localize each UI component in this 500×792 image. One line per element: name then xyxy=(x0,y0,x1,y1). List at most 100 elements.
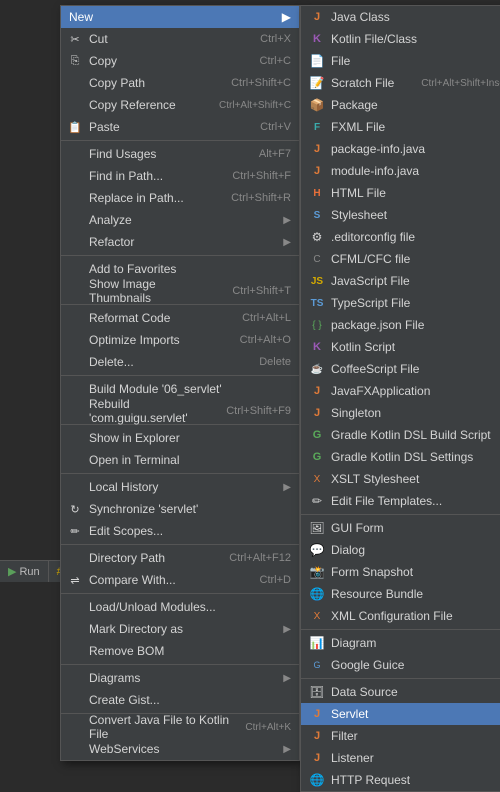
right-scratch-file[interactable]: 📝 Scratch File Ctrl+Alt+Shift+Insert xyxy=(301,72,500,94)
menu-edit-scopes[interactable]: ✏ Edit Scopes... xyxy=(61,520,299,542)
menu-delete[interactable]: Delete... Delete xyxy=(61,351,299,373)
right-package-info[interactable]: J package-info.java xyxy=(301,138,500,160)
reformat-icon xyxy=(67,310,83,326)
data-source-label: Data Source xyxy=(331,685,398,699)
right-listener[interactable]: J Listener xyxy=(301,747,500,769)
menu-rebuild-label: Rebuild 'com.guigu.servlet' xyxy=(89,397,210,425)
javafx-label: JavaFXApplication xyxy=(331,384,430,398)
rebuild-icon xyxy=(67,403,83,419)
right-servlet[interactable]: J Servlet xyxy=(301,703,500,725)
menu-compare[interactable]: ⇌ Compare With... Ctrl+D xyxy=(61,569,299,591)
menu-local-history[interactable]: Local History ▶ xyxy=(61,476,299,498)
right-form-snapshot[interactable]: 📸 Form Snapshot xyxy=(301,561,500,583)
menu-paste[interactable]: 📋 Paste Ctrl+V xyxy=(61,116,299,138)
run-status[interactable]: ▶ Run xyxy=(0,561,49,582)
menu-reformat[interactable]: Reformat Code Ctrl+Alt+L xyxy=(61,307,299,329)
right-html[interactable]: H HTML File xyxy=(301,182,500,204)
menu-remove-bom[interactable]: Remove BOM xyxy=(61,640,299,662)
menu-copy-label: Copy xyxy=(89,54,117,68)
right-data-source[interactable]: 🗄 Data Source xyxy=(301,681,500,703)
webservices-icon xyxy=(67,741,83,757)
right-kotlin-script[interactable]: K Kotlin Script xyxy=(301,336,500,358)
right-ts[interactable]: TS TypeScript File xyxy=(301,292,500,314)
menu-webservices[interactable]: WebServices ▶ xyxy=(61,738,299,760)
sep6 xyxy=(61,473,299,474)
package-info-icon: J xyxy=(309,141,325,157)
right-diagram[interactable]: 📊 Diagram xyxy=(301,632,500,654)
scratch-icon: 📝 xyxy=(309,75,325,91)
gist-icon xyxy=(67,692,83,708)
menu-copy-path[interactable]: Copy Path Ctrl+Shift+C xyxy=(61,72,299,94)
right-js[interactable]: JS JavaScript File xyxy=(301,270,500,292)
right-file[interactable]: 📄 File xyxy=(301,50,500,72)
right-http-request[interactable]: 🌐 HTTP Request xyxy=(301,769,500,791)
right-fxml[interactable]: F FXML File xyxy=(301,116,500,138)
right-module-info[interactable]: J module-info.java xyxy=(301,160,500,182)
right-filter[interactable]: J Filter xyxy=(301,725,500,747)
menu-optimize-imports[interactable]: Optimize Imports Ctrl+Alt+O xyxy=(61,329,299,351)
resource-bundle-icon: 🌐 xyxy=(309,586,325,602)
dir-path-icon xyxy=(67,550,83,566)
right-singleton[interactable]: J Singleton xyxy=(301,402,500,424)
right-java-class[interactable]: J Java Class xyxy=(301,6,500,28)
menu-diagrams[interactable]: Diagrams ▶ xyxy=(61,667,299,689)
right-javafx[interactable]: J JavaFXApplication xyxy=(301,380,500,402)
sep1 xyxy=(61,140,299,141)
right-package-json[interactable]: { } package.json File xyxy=(301,314,500,336)
find-path-icon xyxy=(67,168,83,184)
menu-synchronize[interactable]: ↻ Synchronize 'servlet' xyxy=(61,498,299,520)
right-xml-config[interactable]: X XML Configuration File xyxy=(301,605,500,627)
right-xslt[interactable]: X XSLT Stylesheet xyxy=(301,468,500,490)
sep2 xyxy=(61,255,299,256)
menu-webservices-label: WebServices xyxy=(89,742,159,756)
right-gradle-build[interactable]: G Gradle Kotlin DSL Build Script xyxy=(301,424,500,446)
scopes-icon: ✏ xyxy=(67,523,83,539)
menu-show-thumbnails[interactable]: Show Image Thumbnails Ctrl+Shift+T xyxy=(61,280,299,302)
scratch-label: Scratch File xyxy=(331,76,394,90)
diagram-label: Diagram xyxy=(331,636,376,650)
edit-templates-icon: ✏ xyxy=(309,493,325,509)
menu-convert-kotlin[interactable]: Convert Java File to Kotlin File Ctrl+Al… xyxy=(61,716,299,738)
package-info-label: package-info.java xyxy=(331,142,425,156)
menu-convert-label: Convert Java File to Kotlin File xyxy=(89,713,229,741)
menu-replace-path[interactable]: Replace in Path... Ctrl+Shift+R xyxy=(61,187,299,209)
right-dialog[interactable]: 💬 Dialog xyxy=(301,539,500,561)
html-label: HTML File xyxy=(331,186,386,200)
right-gradle-settings[interactable]: G Gradle Kotlin DSL Settings xyxy=(301,446,500,468)
menu-show-explorer[interactable]: Show in Explorer xyxy=(61,427,299,449)
right-editorconfig[interactable]: ⚙ .editorconfig file xyxy=(301,226,500,248)
menu-optimize-shortcut: Ctrl+Alt+O xyxy=(224,334,291,346)
right-gui-form[interactable]: 🖼 GUI Form xyxy=(301,517,500,539)
menu-find-in-path-shortcut: Ctrl+Shift+F xyxy=(216,170,291,182)
menu-load-modules[interactable]: Load/Unload Modules... xyxy=(61,596,299,618)
sep-r3 xyxy=(301,678,500,679)
menu-create-gist[interactable]: Create Gist... xyxy=(61,689,299,711)
right-edit-templates[interactable]: ✏ Edit File Templates... xyxy=(301,490,500,512)
gui-form-label: GUI Form xyxy=(331,521,384,535)
fxml-icon: F xyxy=(309,119,325,135)
menu-cut[interactable]: ✂ Cut Ctrl+X xyxy=(61,28,299,50)
right-resource-bundle[interactable]: 🌐 Resource Bundle xyxy=(301,583,500,605)
webservices-arrow: ▶ xyxy=(283,744,291,755)
menu-refactor[interactable]: Refactor ▶ xyxy=(61,231,299,253)
menu-load-label: Load/Unload Modules... xyxy=(89,600,216,614)
menu-dir-path-label: Directory Path xyxy=(89,551,165,565)
menu-analyze[interactable]: Analyze ▶ xyxy=(61,209,299,231)
menu-open-terminal[interactable]: Open in Terminal xyxy=(61,449,299,471)
menu-find-in-path[interactable]: Find in Path... Ctrl+Shift+F xyxy=(61,165,299,187)
right-google-guice[interactable]: G Google Guice xyxy=(301,654,500,676)
right-kotlin-file[interactable]: K Kotlin File/Class xyxy=(301,28,500,50)
right-stylesheet[interactable]: S Stylesheet xyxy=(301,204,500,226)
menu-open-terminal-label: Open in Terminal xyxy=(89,453,180,467)
guice-label: Google Guice xyxy=(331,658,404,672)
menu-find-usages[interactable]: Find Usages Alt+F7 xyxy=(61,143,299,165)
right-package[interactable]: 📦 Package xyxy=(301,94,500,116)
menu-copy-ref[interactable]: Copy Reference Ctrl+Alt+Shift+C xyxy=(61,94,299,116)
menu-mark-dir[interactable]: Mark Directory as ▶ xyxy=(61,618,299,640)
menu-rebuild[interactable]: Rebuild 'com.guigu.servlet' Ctrl+Shift+F… xyxy=(61,400,299,422)
menu-copy[interactable]: ⎘ Copy Ctrl+C xyxy=(61,50,299,72)
menu-dir-path[interactable]: Directory Path Ctrl+Alt+F12 xyxy=(61,547,299,569)
right-cfml[interactable]: C CFML/CFC file xyxy=(301,248,500,270)
right-coffeescript[interactable]: ☕ CoffeeScript File xyxy=(301,358,500,380)
gradle-settings-icon: G xyxy=(309,449,325,465)
